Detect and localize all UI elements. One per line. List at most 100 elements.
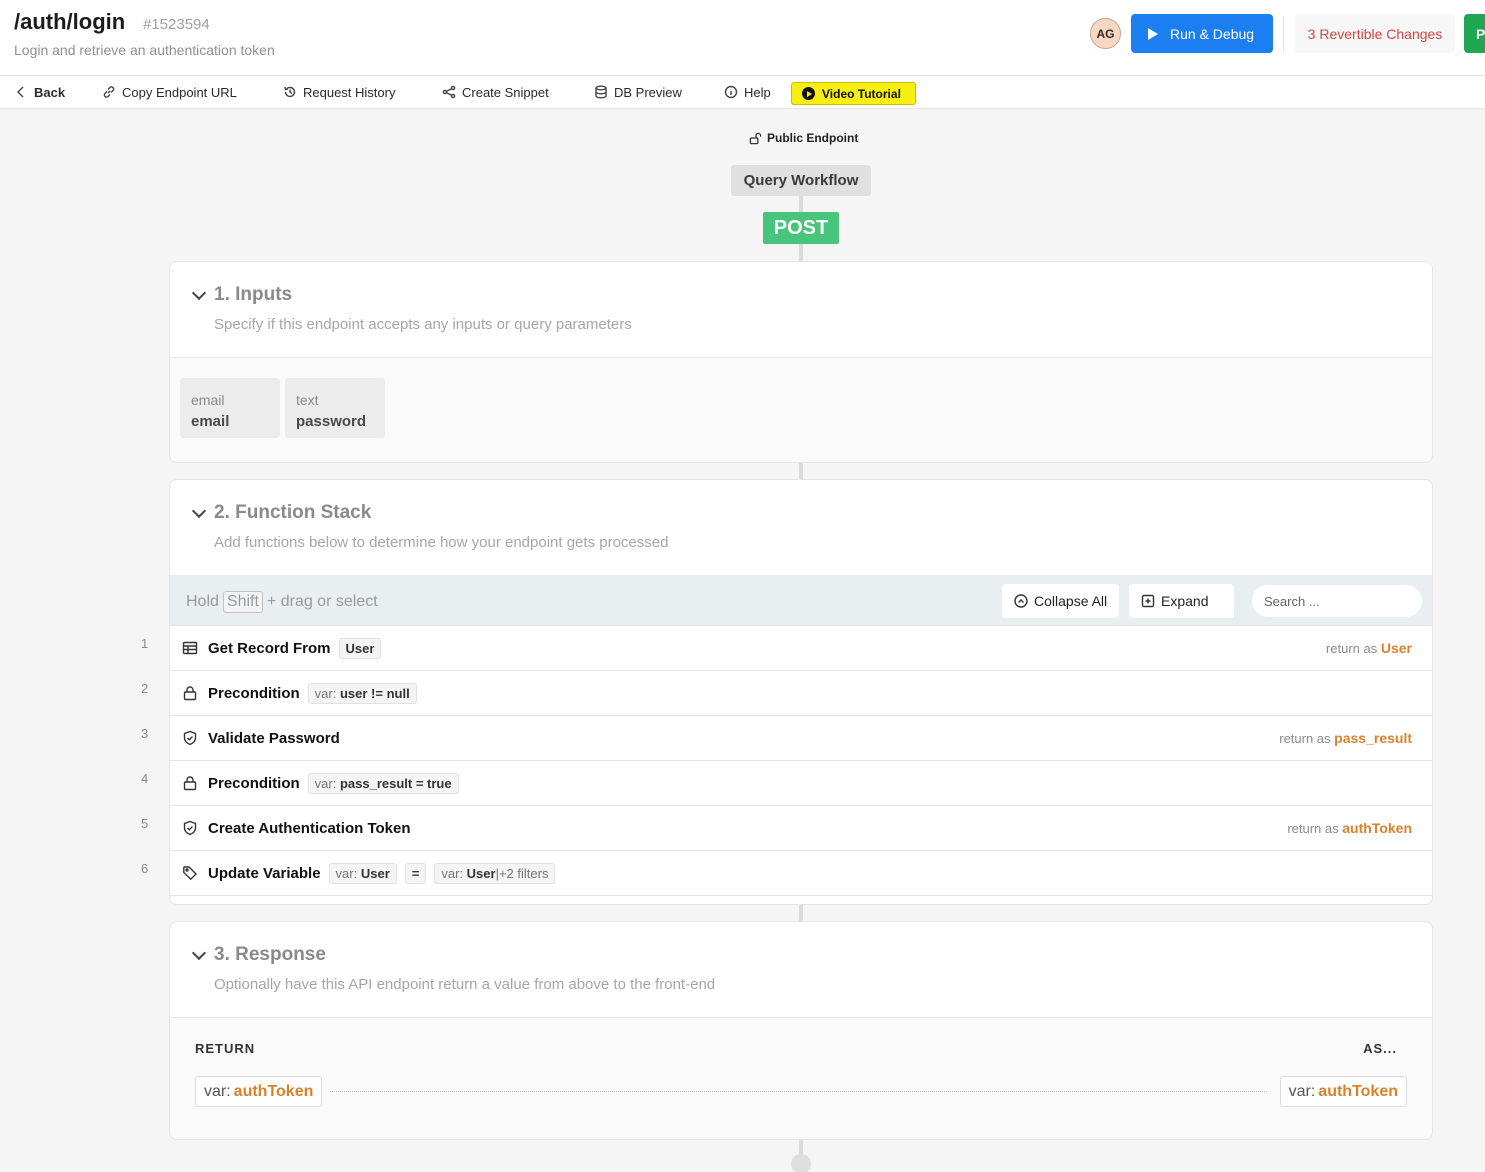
input-name: password xyxy=(296,413,367,430)
play-icon xyxy=(1148,27,1158,40)
return-as-value: authToken xyxy=(1318,1082,1398,1100)
help-button[interactable]: Help xyxy=(724,76,771,108)
row-number: 3 xyxy=(141,726,149,741)
copy-endpoint-url-label: Copy Endpoint URL xyxy=(122,84,237,100)
function-stack-header[interactable]: 2. Function Stack Add functions below to… xyxy=(170,480,1432,576)
return-as-text: return as xyxy=(1325,641,1378,656)
request-history-button[interactable]: Request History xyxy=(283,76,395,108)
chip-prefix: var: xyxy=(335,865,358,881)
shield-check-icon xyxy=(183,820,197,836)
return-as-text: return as xyxy=(1287,821,1339,836)
response-header[interactable]: 3. Response Optionally have this API end… xyxy=(170,922,1432,1018)
request-history-label: Request History xyxy=(303,84,396,100)
function-chip: User xyxy=(338,637,382,659)
page-subtitle: Login and retrieve an authentication tok… xyxy=(14,42,275,58)
public-endpoint-text: Public Endpoint xyxy=(767,131,859,145)
function-chip: var: pass_result = true xyxy=(307,772,459,794)
input-name: email xyxy=(191,413,230,430)
run-debug-label: Run & Debug xyxy=(1170,25,1255,42)
return-var: authToken xyxy=(1342,820,1412,836)
video-tutorial-label: Video Tutorial xyxy=(822,86,901,101)
input-item[interactable]: email email xyxy=(180,378,280,438)
endpoint-id: #1523594 xyxy=(143,16,210,33)
play-circle-icon xyxy=(802,87,815,100)
publish-button[interactable]: P xyxy=(1464,14,1485,53)
database-icon xyxy=(595,85,607,99)
function-chip: var: User|+2 filters xyxy=(434,862,556,884)
filters-count: |+2 filters xyxy=(495,865,549,881)
back-button[interactable]: Back xyxy=(14,76,65,108)
video-tutorial-button[interactable]: Video Tutorial xyxy=(791,82,916,105)
function-name: Validate Password xyxy=(208,729,340,747)
input-type: email xyxy=(191,392,225,408)
inputs-title: 1. Inputs xyxy=(214,284,293,305)
chip-prefix: var: xyxy=(314,775,337,791)
function-stack-title: 2. Function Stack xyxy=(214,502,372,523)
dotted-connector xyxy=(330,1091,1267,1092)
plus-square-icon xyxy=(1141,594,1155,608)
inputs-list: email email text password xyxy=(170,358,1432,462)
chevron-down-icon[interactable] xyxy=(191,285,207,301)
chip-value: pass_result = true xyxy=(339,775,452,791)
function-name: Precondition xyxy=(208,684,300,702)
chip-value: User xyxy=(360,865,390,881)
chevron-down-icon[interactable] xyxy=(191,503,207,519)
tag-icon xyxy=(183,866,197,881)
function-chip: var: user != null xyxy=(307,682,417,704)
help-label: Help xyxy=(744,84,771,100)
var-prefix: var: xyxy=(1288,1082,1316,1100)
return-as: return as User xyxy=(1326,640,1412,656)
row-number: 6 xyxy=(141,861,149,876)
chip-value: user != null xyxy=(339,685,410,701)
share-icon xyxy=(442,85,456,99)
page-title: /auth/login xyxy=(14,9,126,34)
header: /auth/login #1523594 Login and retrieve … xyxy=(0,0,1485,76)
divider xyxy=(1283,16,1284,52)
inputs-header[interactable]: 1. Inputs Specify if this endpoint accep… xyxy=(170,262,1432,358)
function-row[interactable]: Update Variable var: User = var: User|+2… xyxy=(170,851,1432,896)
info-icon xyxy=(724,85,738,99)
back-label: Back xyxy=(34,84,66,100)
unlock-icon xyxy=(749,132,762,144)
response-section: 3. Response Optionally have this API end… xyxy=(169,921,1433,1140)
return-value-chip[interactable]: var: authToken xyxy=(195,1076,323,1107)
expand-button[interactable]: Expand xyxy=(1129,584,1234,618)
function-row[interactable]: Precondition var: pass_result = true xyxy=(170,761,1432,806)
input-item[interactable]: text password xyxy=(285,378,385,438)
function-name: Create Authentication Token xyxy=(208,819,411,837)
function-row[interactable]: Validate Password return as pass_result xyxy=(170,716,1432,761)
collapse-all-button[interactable]: Collapse All xyxy=(1002,584,1120,618)
search-input[interactable] xyxy=(1252,585,1422,617)
function-name: Get Record From xyxy=(208,639,331,657)
function-row[interactable]: Precondition var: user != null xyxy=(170,671,1432,716)
operator-value: = xyxy=(411,865,420,881)
history-icon xyxy=(284,86,296,98)
return-label: RETURN xyxy=(195,1041,256,1056)
response-body: RETURN AS... var: authToken var: authTok… xyxy=(170,1018,1432,1139)
chip-value: User xyxy=(345,640,375,656)
var-prefix: var: xyxy=(204,1082,231,1100)
table-icon xyxy=(182,641,198,655)
collapse-all-label: Collapse All xyxy=(1034,593,1108,609)
chevron-left-icon xyxy=(17,86,24,98)
connector xyxy=(799,463,803,479)
return-as: return as authToken xyxy=(1287,820,1412,836)
run-debug-button[interactable]: Run & Debug xyxy=(1131,14,1273,53)
inputs-description: Specify if this endpoint accepts any inp… xyxy=(214,316,632,333)
function-row[interactable]: Create Authentication Token return as au… xyxy=(170,806,1432,851)
chip-prefix: var: xyxy=(314,685,337,701)
avatar[interactable]: AG xyxy=(1090,18,1121,49)
input-type: text xyxy=(296,392,319,408)
return-var: pass_result xyxy=(1334,730,1412,746)
function-stack-section: 2. Function Stack Add functions below to… xyxy=(169,479,1433,905)
function-row[interactable]: Get Record From User return as User xyxy=(170,626,1432,671)
chevron-down-icon[interactable] xyxy=(191,945,207,961)
function-name: Precondition xyxy=(208,774,300,792)
copy-endpoint-url-button[interactable]: Copy Endpoint URL xyxy=(102,76,237,108)
create-snippet-button[interactable]: Create Snippet xyxy=(442,76,549,108)
return-as-chip[interactable]: var: authToken xyxy=(1279,1076,1407,1107)
toolbar: Back Copy Endpoint URL Request History C… xyxy=(0,76,1485,109)
db-preview-button[interactable]: DB Preview xyxy=(594,76,682,108)
revertible-changes-button[interactable]: 3 Revertible Changes xyxy=(1295,14,1455,53)
drag-hint: Hold Shift + drag or select xyxy=(186,591,378,613)
